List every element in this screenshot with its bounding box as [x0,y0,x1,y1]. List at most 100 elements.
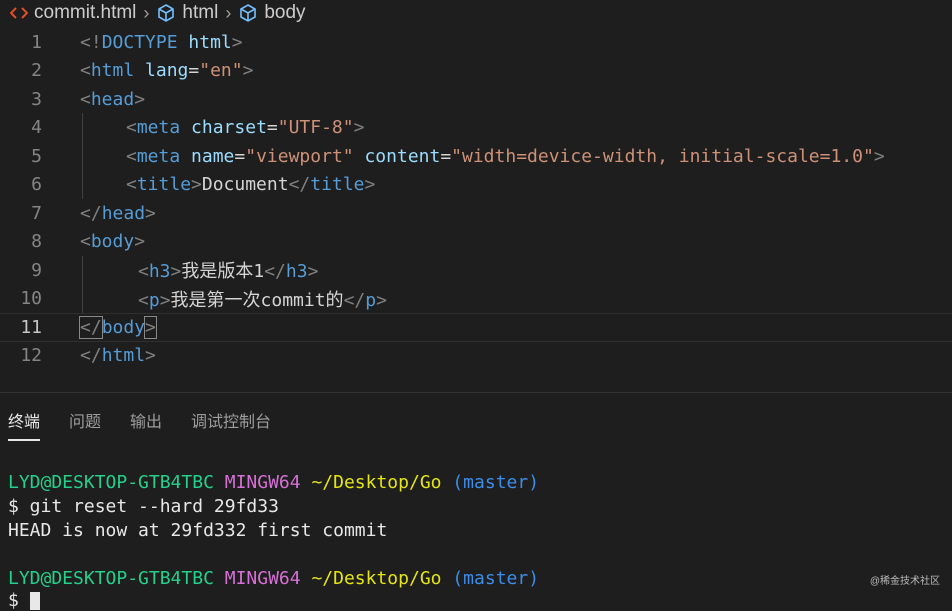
code-token: > [353,117,365,139]
code-token: meta [136,145,181,167]
code-line[interactable]: 5 <meta name="viewport" content="width=de… [0,142,952,171]
code-token: > [364,174,376,196]
code-text: <title>Document</title> [126,174,375,195]
code-token: title [136,174,192,196]
code-token: < [138,261,149,283]
code-line[interactable]: 3 <head> [0,85,952,114]
code-line[interactable]: 7 </head> [0,199,952,228]
code-token: head [90,88,135,110]
code-token: < [80,231,91,253]
code-token: h3 [285,261,308,283]
code-token: < [126,145,137,167]
code-token: < [80,60,91,82]
code-line[interactable]: 6 <title>Document</title> [0,171,952,200]
code-token: p [148,289,160,311]
code-text: <html lang="en"> [80,60,253,81]
line-number: 2 [31,60,42,82]
code-token: body [90,231,135,253]
code-line[interactable]: 2 <html lang="en"> [0,57,952,86]
prompt-user: LYD@DESKTOP-GTB4TBC [8,472,214,493]
code-token: > [170,261,182,283]
terminal-input[interactable]: $ [8,590,40,611]
code-text: <meta charset="UTF-8"> [126,117,364,138]
line-number: 5 [31,145,42,167]
prompt-path: ~/Desktop/Go [311,568,442,589]
code-token: html [188,31,232,53]
line-number: 9 [31,259,42,281]
prompt-path: ~/Desktop/Go [311,472,442,493]
breadcrumb-item-body[interactable]: body [264,2,305,24]
code-text: <h3>我是版本1</h3> [138,257,318,283]
code-token: 我是第一次commit的 [170,289,344,311]
tab-debug-console[interactable]: 调试控制台 [191,408,271,441]
prompt-branch: (master) [452,568,540,589]
tab-output[interactable]: 输出 [130,408,162,441]
code-token: charset [191,117,267,139]
code-token: > [873,145,885,167]
code-token: </ [288,174,311,196]
code-token: > [307,261,319,283]
code-line[interactable]: 10 <p>我是第一次commit的</p> [0,285,952,314]
code-token: content [364,145,441,167]
code-token: <! [80,31,102,53]
tab-problems[interactable]: 问题 [69,408,101,441]
code-line[interactable]: 1 <!DOCTYPE html> [0,28,952,57]
code-token: > [191,174,202,196]
code-token: < [126,174,137,196]
code-token: < [126,117,137,139]
code-token: "en" [199,60,243,82]
code-token: html [101,345,146,367]
tab-terminal[interactable]: 终端 [8,408,41,441]
code-token: html [90,60,135,82]
code-token: = [234,145,246,167]
line-number: 10 [20,288,42,310]
code-token: Document [201,174,289,196]
breadcrumb-item-html[interactable]: html [182,2,218,24]
code-token: > [145,202,156,224]
code-line[interactable]: 12 </html> [0,342,952,371]
symbol-element-icon [156,3,176,23]
code-token: < [138,289,149,311]
line-number: 12 [20,345,42,367]
code-line[interactable]: 4 <meta charset="UTF-8"> [0,114,952,143]
code-token: > [144,315,157,339]
code-token: > [376,289,387,311]
code-token: </ [264,261,286,283]
watermark: @稀金技术社区 [869,576,940,587]
code-text: <p>我是第一次commit的</p> [138,286,387,312]
code-token: > [134,88,146,110]
code-token: "width=device-width, initial-scale=1.0" [451,145,874,167]
code-token: </ [80,202,102,224]
breadcrumb: commit.html › html › body [0,0,952,26]
code-token: > [242,60,254,82]
code-line[interactable]: 9 <h3>我是版本1</h3> [0,256,952,285]
prompt-env: MINGW64 [224,568,301,589]
code-token: > [145,345,156,367]
code-editor[interactable]: 1 <!DOCTYPE html> 2 <html lang="en"> 3 <head>… [0,28,952,370]
chevron-right-icon: › [225,2,232,23]
code-token: </ [80,345,102,367]
code-token: "UTF-8" [277,117,354,139]
code-token: DOCTYPE [101,31,178,53]
line-number: 8 [31,231,42,253]
panel-tabs: 终端 问题 输出 调试控制台 [8,408,271,441]
terminal-prompt: LYD@DESKTOP-GTB4TBC MINGW64 ~/Desktop/Go… [8,472,539,493]
code-token: = [440,145,452,167]
code-text: <meta name="viewport" content="width=dev… [126,146,885,167]
code-text: </body> [79,315,157,339]
code-token: </ [79,315,103,339]
breadcrumb-file[interactable]: commit.html [34,2,136,24]
line-number: 4 [31,117,42,139]
symbol-element-icon [238,3,258,23]
terminal-command: $ git reset --hard 29fd33 [8,496,279,517]
code-line[interactable]: 11 </body> [0,313,952,342]
panel-divider [0,392,952,393]
code-line[interactable]: 8 <body> [0,228,952,257]
code-token: meta [136,117,181,139]
terminal-output: HEAD is now at 29fd332 first commit [8,520,388,541]
